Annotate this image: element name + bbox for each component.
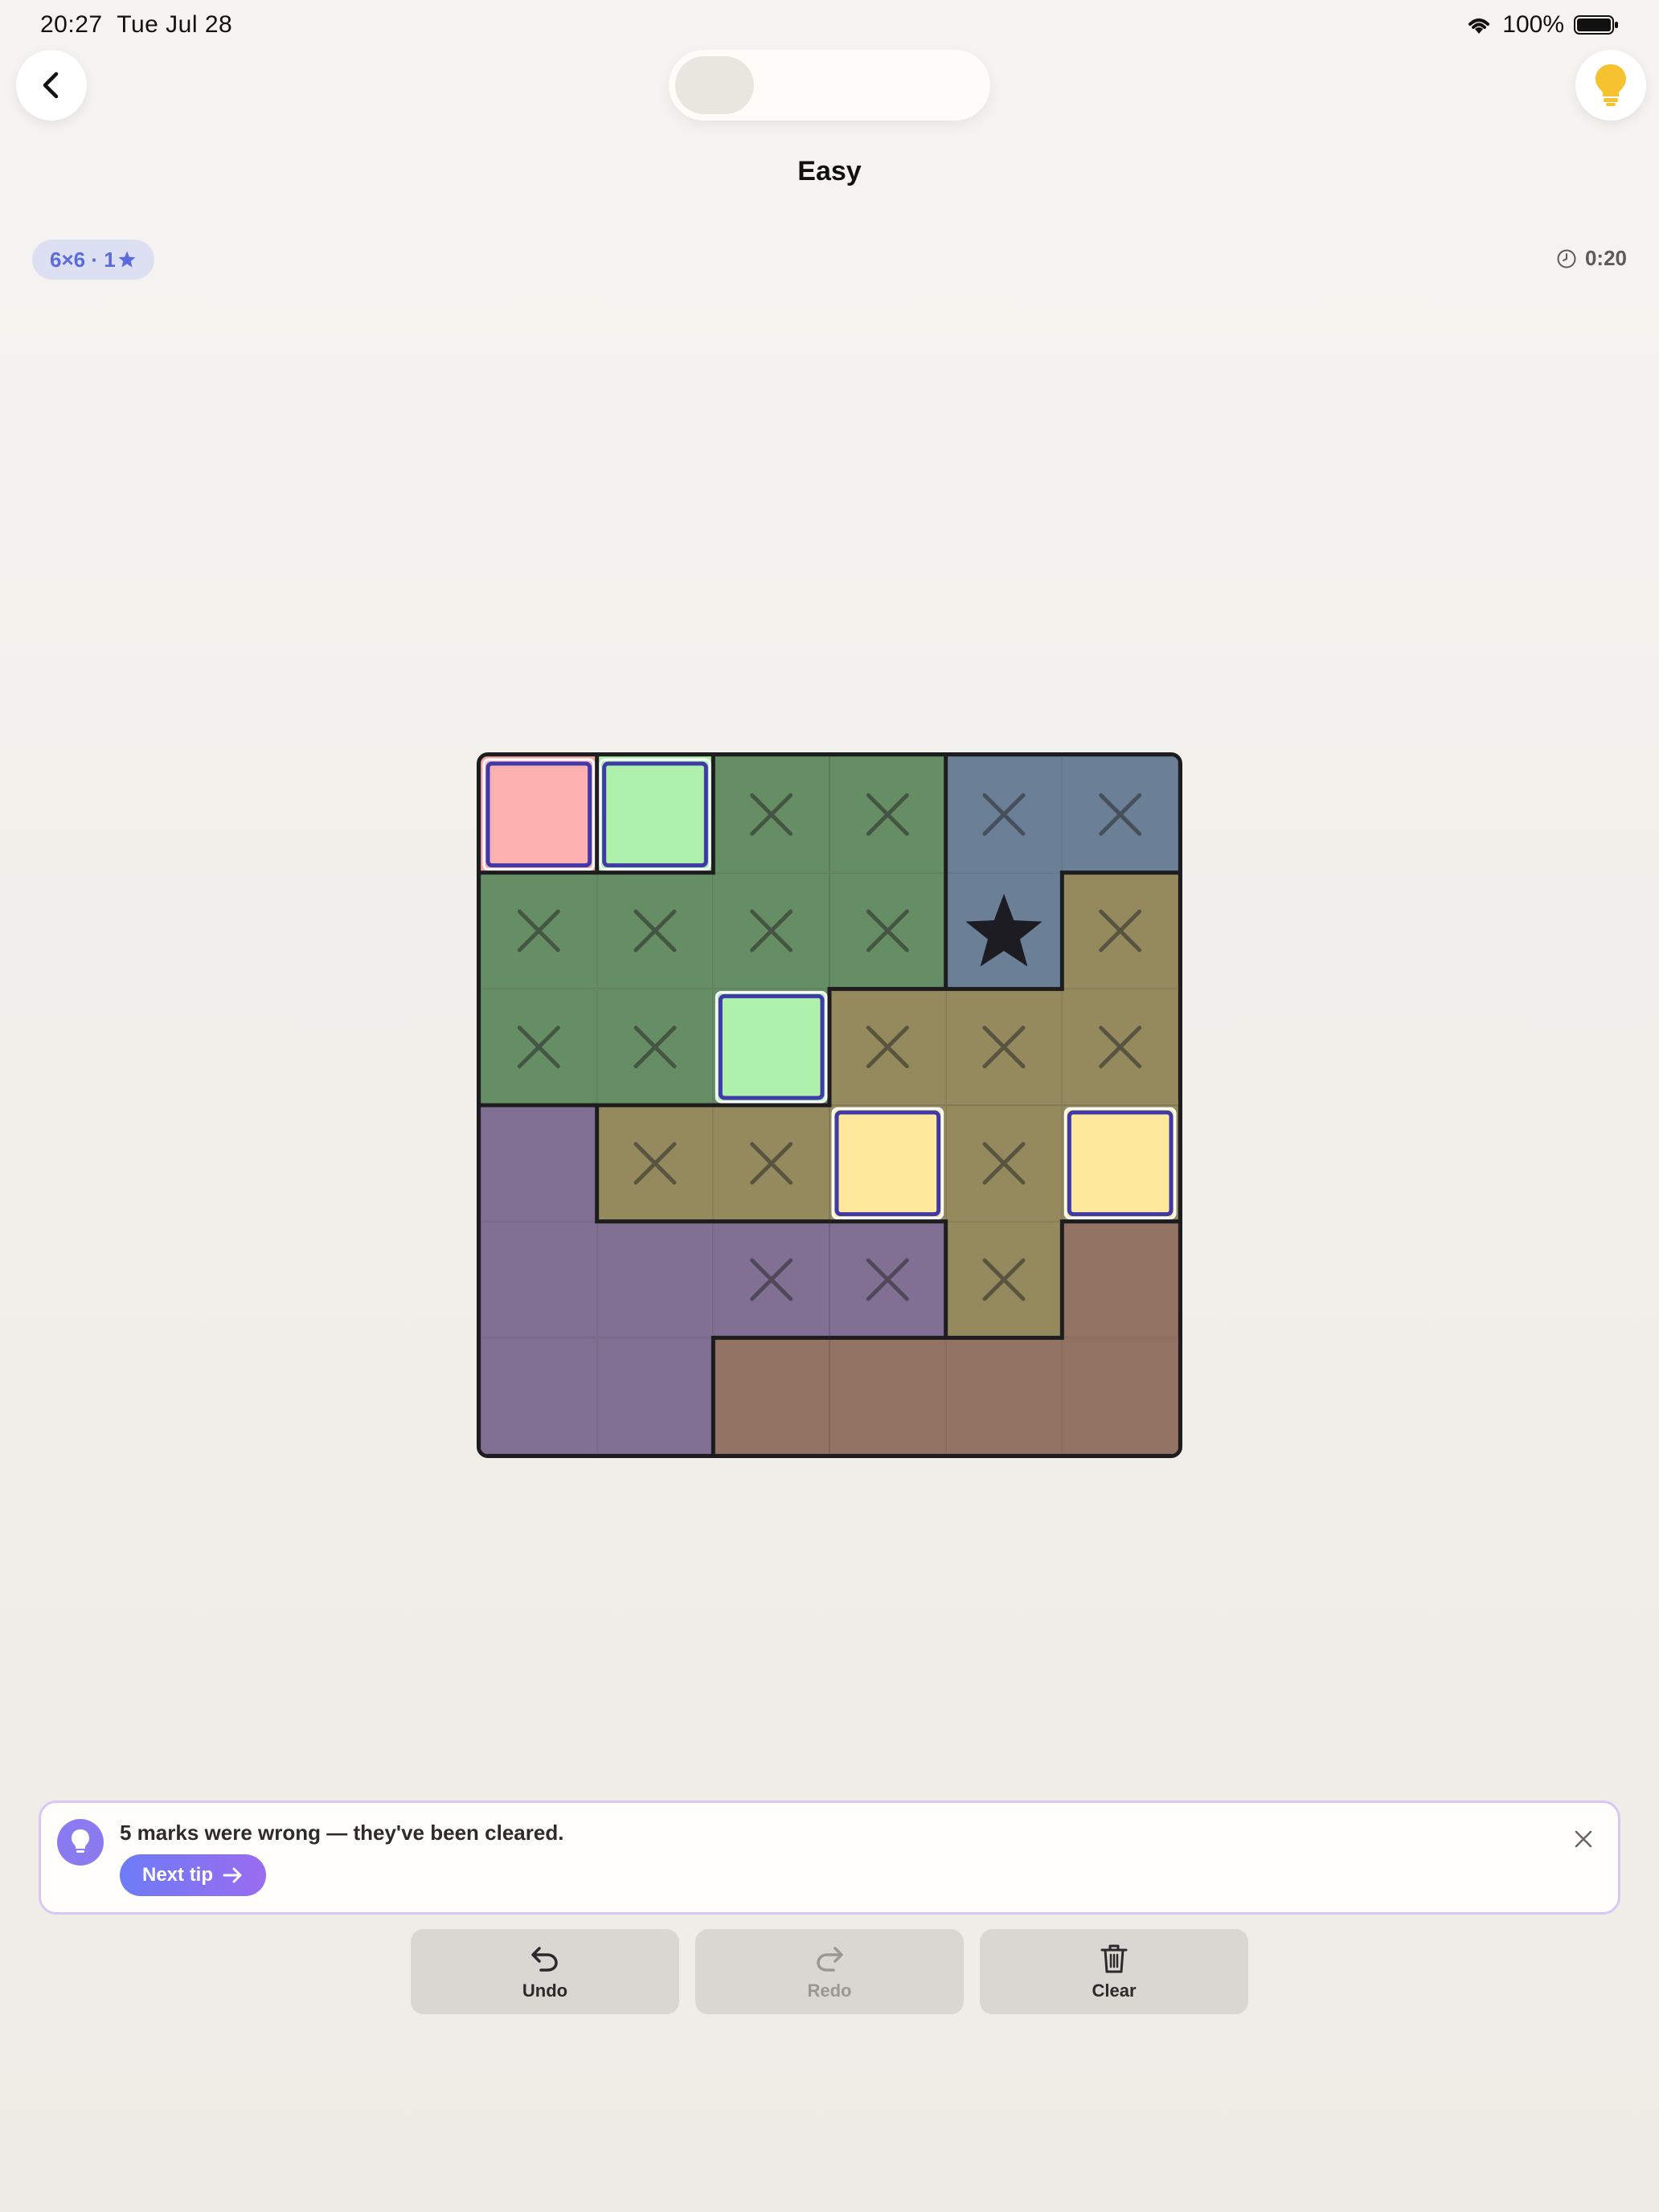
redo-button[interactable]: Redo <box>695 1929 964 2014</box>
chevron-left-icon <box>43 72 59 99</box>
board-cell[interactable] <box>1062 756 1178 873</box>
board-cell[interactable] <box>830 872 946 989</box>
board-cell[interactable] <box>481 1105 597 1222</box>
board-cell[interactable] <box>1062 989 1178 1106</box>
battery-percent: 100% <box>1502 11 1564 38</box>
lightbulb-icon <box>1596 64 1626 106</box>
board-cell[interactable] <box>596 989 714 1106</box>
board-cell[interactable] <box>596 872 714 989</box>
board-cell[interactable] <box>1062 1221 1178 1338</box>
board-cell[interactable] <box>713 1337 830 1454</box>
board-cell[interactable] <box>713 872 830 989</box>
board-cell[interactable] <box>945 1105 1063 1222</box>
status-indicators: 100% <box>1465 11 1619 39</box>
board-cell[interactable] <box>596 1337 714 1454</box>
status-time: 20:27 Tue Jul 28 <box>40 11 233 38</box>
clock-icon <box>1557 249 1576 268</box>
board-cell[interactable] <box>481 1221 597 1338</box>
redo-icon <box>817 1947 843 1972</box>
board-cell[interactable] <box>596 1105 714 1222</box>
close-icon[interactable] <box>1571 1827 1596 1851</box>
next-tip-button[interactable]: Next tip <box>120 1854 267 1896</box>
board-cell[interactable] <box>945 872 1063 989</box>
board-cell[interactable] <box>1062 872 1178 989</box>
status-bar: 20:27 Tue Jul 28 100% <box>0 0 1659 51</box>
board-cell[interactable] <box>481 1337 597 1454</box>
board-grid <box>481 756 1178 1454</box>
arrow-right-icon <box>223 1867 242 1883</box>
board-cell[interactable] <box>1062 1337 1178 1454</box>
board-cell[interactable] <box>830 989 946 1106</box>
difficulty-label: Easy <box>797 156 862 186</box>
board-cell[interactable] <box>481 872 597 989</box>
battery-icon <box>1574 15 1618 35</box>
board-cell[interactable] <box>830 1221 946 1338</box>
tip-lightbulb-icon <box>57 1819 104 1866</box>
clear-button[interactable]: Clear <box>980 1929 1248 2014</box>
board-cell[interactable] <box>830 756 946 873</box>
star-icon <box>118 251 136 268</box>
board-cell[interactable] <box>481 756 597 873</box>
board-cell[interactable] <box>713 1221 830 1338</box>
mode-toggle[interactable] <box>669 50 990 121</box>
board-cell[interactable] <box>945 989 1063 1106</box>
wifi-icon <box>1469 18 1490 34</box>
tip-message: 5 marks were wrong — they've been cleare… <box>120 1821 564 1845</box>
board-cell[interactable] <box>830 1337 946 1454</box>
undo-button[interactable]: Undo <box>411 1929 679 2014</box>
board-cell[interactable] <box>945 1337 1063 1454</box>
tip-banner: 5 marks were wrong — they've been cleare… <box>39 1800 1620 1915</box>
puzzle-board <box>477 752 1182 1458</box>
board-cell[interactable] <box>481 989 597 1106</box>
board-cell[interactable] <box>945 756 1063 873</box>
undo-icon <box>531 1947 558 1972</box>
board-cell[interactable] <box>713 989 830 1106</box>
timer: 0:20 <box>1556 246 1627 271</box>
board-cell[interactable] <box>945 1221 1063 1338</box>
board-cell[interactable] <box>713 1105 830 1222</box>
board-cell[interactable] <box>1062 1105 1178 1222</box>
puzzle-size-badge: 6×6 · 1 <box>32 240 154 280</box>
mode-toggle-knob[interactable] <box>675 56 754 114</box>
hint-button[interactable] <box>1575 50 1646 121</box>
board-cell[interactable] <box>596 1221 714 1338</box>
board-cell[interactable] <box>596 756 714 873</box>
board-cell[interactable] <box>830 1105 946 1222</box>
board-cell[interactable] <box>713 756 830 873</box>
trash-icon <box>1100 1944 1128 1973</box>
back-button[interactable] <box>16 50 87 121</box>
